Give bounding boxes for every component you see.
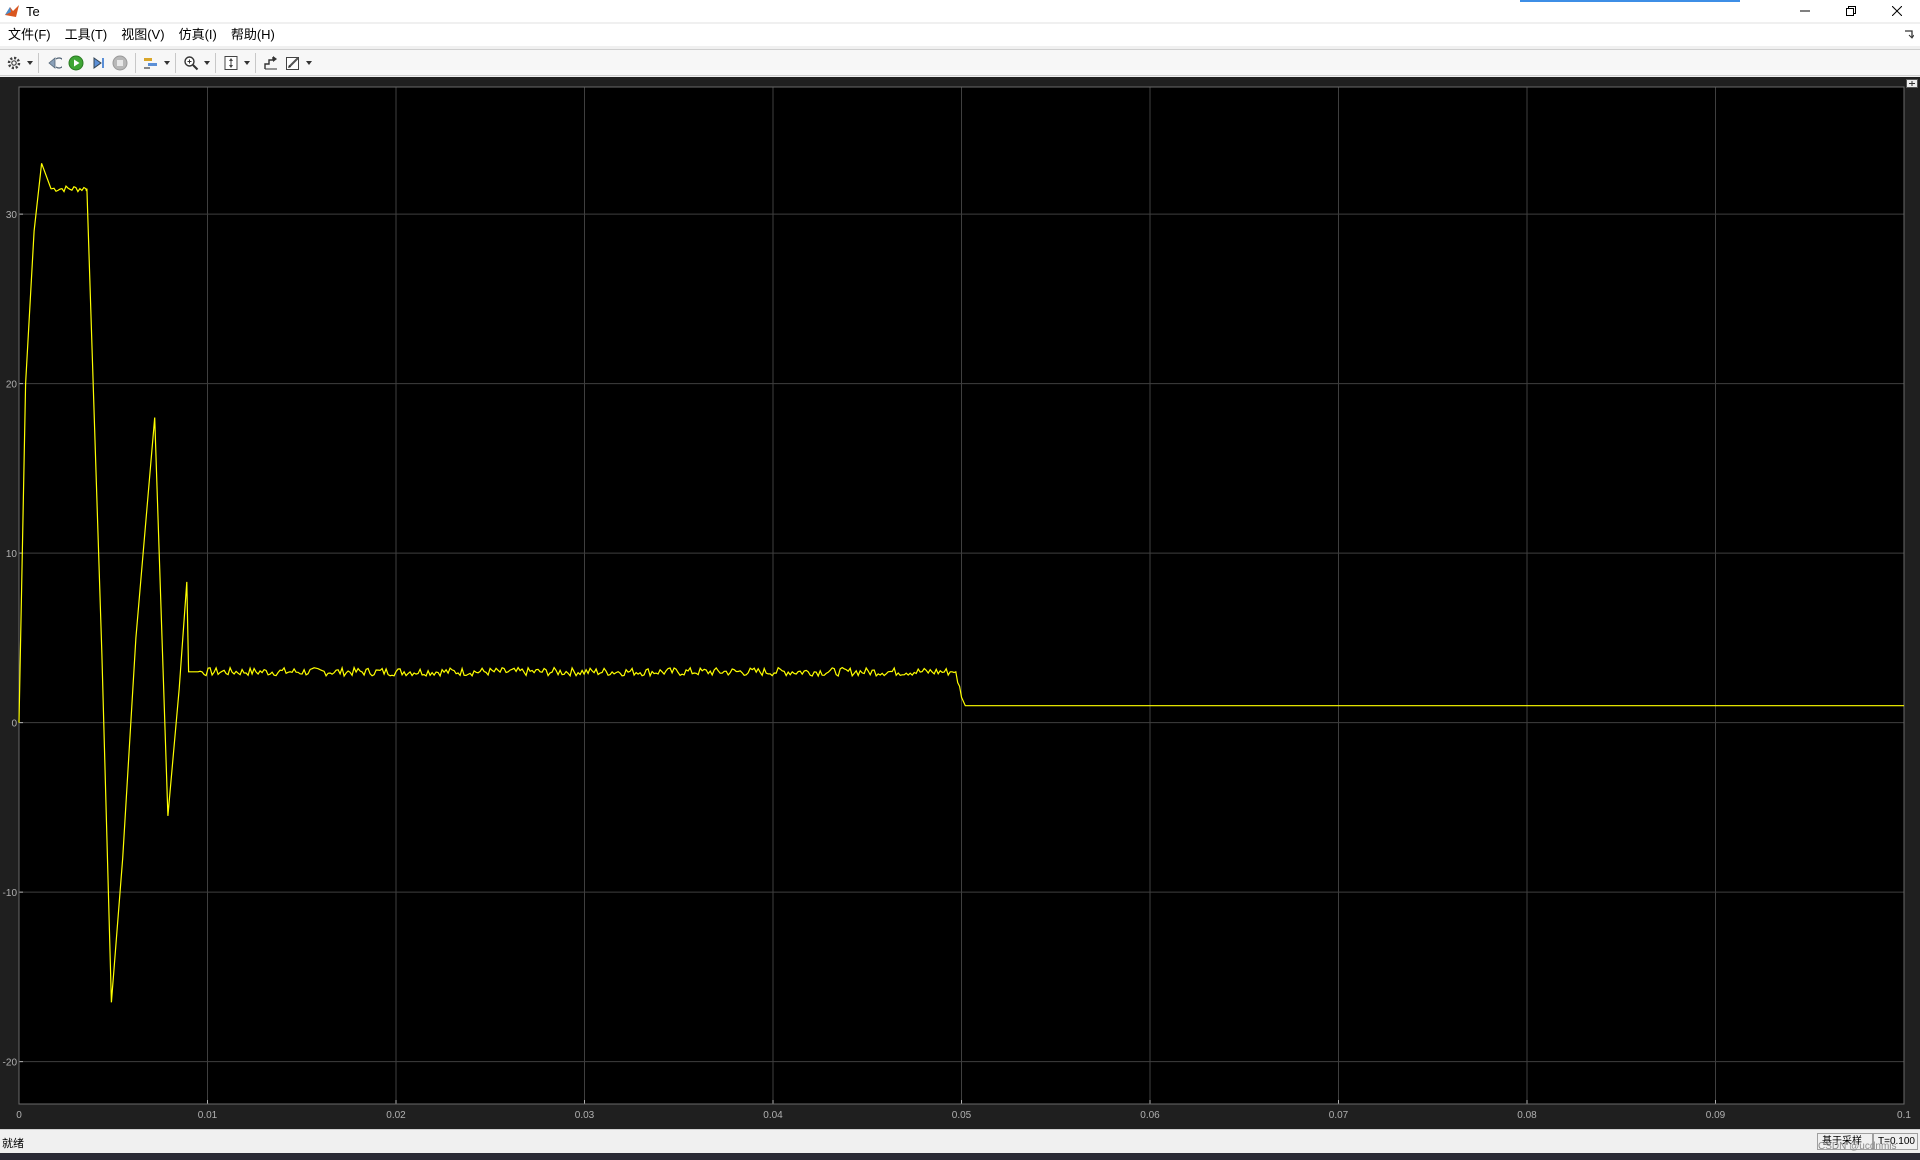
dropdown-arrow-icon [305,60,312,65]
menu-file[interactable]: 文件(F) [0,24,58,46]
restore-window-button[interactable] [1828,0,1874,22]
y-tick-label: 20 [6,380,18,391]
x-tick-label: 0 [16,1110,22,1121]
autoscale-button[interactable] [220,52,242,74]
toolbar-collapse-icon[interactable] [1904,29,1914,39]
autoscale-icon [224,55,238,70]
toolbar-separator [135,52,136,73]
step-forward-icon [93,56,104,69]
edit-icon [286,56,299,70]
x-tick-label: 0.01 [198,1110,218,1121]
menu-view[interactable]: 视图(V) [114,24,171,46]
close-button[interactable] [1874,0,1920,22]
settings-dropdown[interactable] [25,52,34,74]
zoom-button[interactable] [180,52,202,74]
toolbar-separator [215,52,216,73]
dropdown-arrow-icon [243,60,250,65]
restore-window-icon [1846,6,1856,16]
minimize-icon [1800,10,1810,12]
undock-icon[interactable] [1906,79,1918,88]
x-tick-label: 0.04 [763,1110,783,1121]
x-tick-label: 0.07 [1329,1110,1349,1121]
y-tick-label: 30 [6,210,18,221]
autoscale-dropdown[interactable] [242,52,251,74]
y-tick-label: -20 [3,1058,18,1069]
highlight-button[interactable] [140,52,162,74]
zoom-icon [184,55,199,70]
scope-display: 0 0.01 0.02 0.03 0.04 0.05 0.06 0.07 0.08 0.09 0.1… [0,77,1920,1129]
run-button[interactable] [65,52,87,74]
step-back-button[interactable] [43,52,65,74]
x-tick-label: 0.02 [386,1110,406,1121]
toolbar [0,49,1920,76]
step-forward-button[interactable] [87,52,109,74]
status-bar: 就绪 基于采样 T=0.100 [0,1129,1920,1153]
stop-icon [112,55,128,70]
dropdown-arrow-icon [26,60,33,65]
stop-button[interactable] [109,52,131,74]
menu-bar: 文件(F) 工具(T) 视图(V) 仿真(I) 帮助(H) [0,24,1920,46]
y-tick-label: -10 [3,888,18,899]
highlight-dropdown[interactable] [162,52,171,74]
restore-view-button[interactable] [260,52,282,74]
dropdown-arrow-icon [163,60,170,65]
y-tick-label: 10 [6,549,18,560]
edit-button[interactable] [282,52,304,74]
zoom-dropdown[interactable] [202,52,211,74]
dropdown-arrow-icon [203,60,210,65]
restore-icon [264,55,277,69]
toolbar-separator [175,52,176,73]
menu-tools[interactable]: 工具(T) [58,24,115,46]
minimize-button[interactable] [1782,0,1828,22]
settings-button[interactable] [3,52,25,74]
taskbar-strip [0,1153,1920,1160]
x-tick-label: 0.06 [1140,1110,1160,1121]
menu-help[interactable]: 帮助(H) [224,24,282,46]
toolbar-separator [255,52,256,73]
edit-dropdown[interactable] [304,52,313,74]
run-icon [68,55,84,70]
x-tick-label: 0.03 [575,1110,595,1121]
watermark: CSDN @ucdnmis [1818,1141,1897,1152]
settings-icon [7,56,21,69]
x-tick-label: 0.1 [1897,1110,1911,1121]
menu-simulation[interactable]: 仿真(I) [172,24,224,46]
x-tick-label: 0.05 [952,1110,972,1121]
x-tick-label: 0.09 [1706,1110,1726,1121]
title-bar: Te [0,0,1920,22]
y-tick-label: 0 [11,719,17,730]
status-ready: 就绪 [2,1138,24,1150]
matlab-logo-icon [5,5,19,17]
title-accent-bar [1520,0,1740,2]
scope-plot[interactable]: 0 0.01 0.02 0.03 0.04 0.05 0.06 0.07 0.08 0.09 0.1… [0,77,1920,1129]
window-title: Te [26,3,40,19]
x-tick-label: 0.08 [1517,1110,1537,1121]
highlight-icon [144,57,157,69]
toolbar-separator [38,52,39,73]
step-back-icon [48,56,62,69]
close-icon [1892,6,1902,16]
